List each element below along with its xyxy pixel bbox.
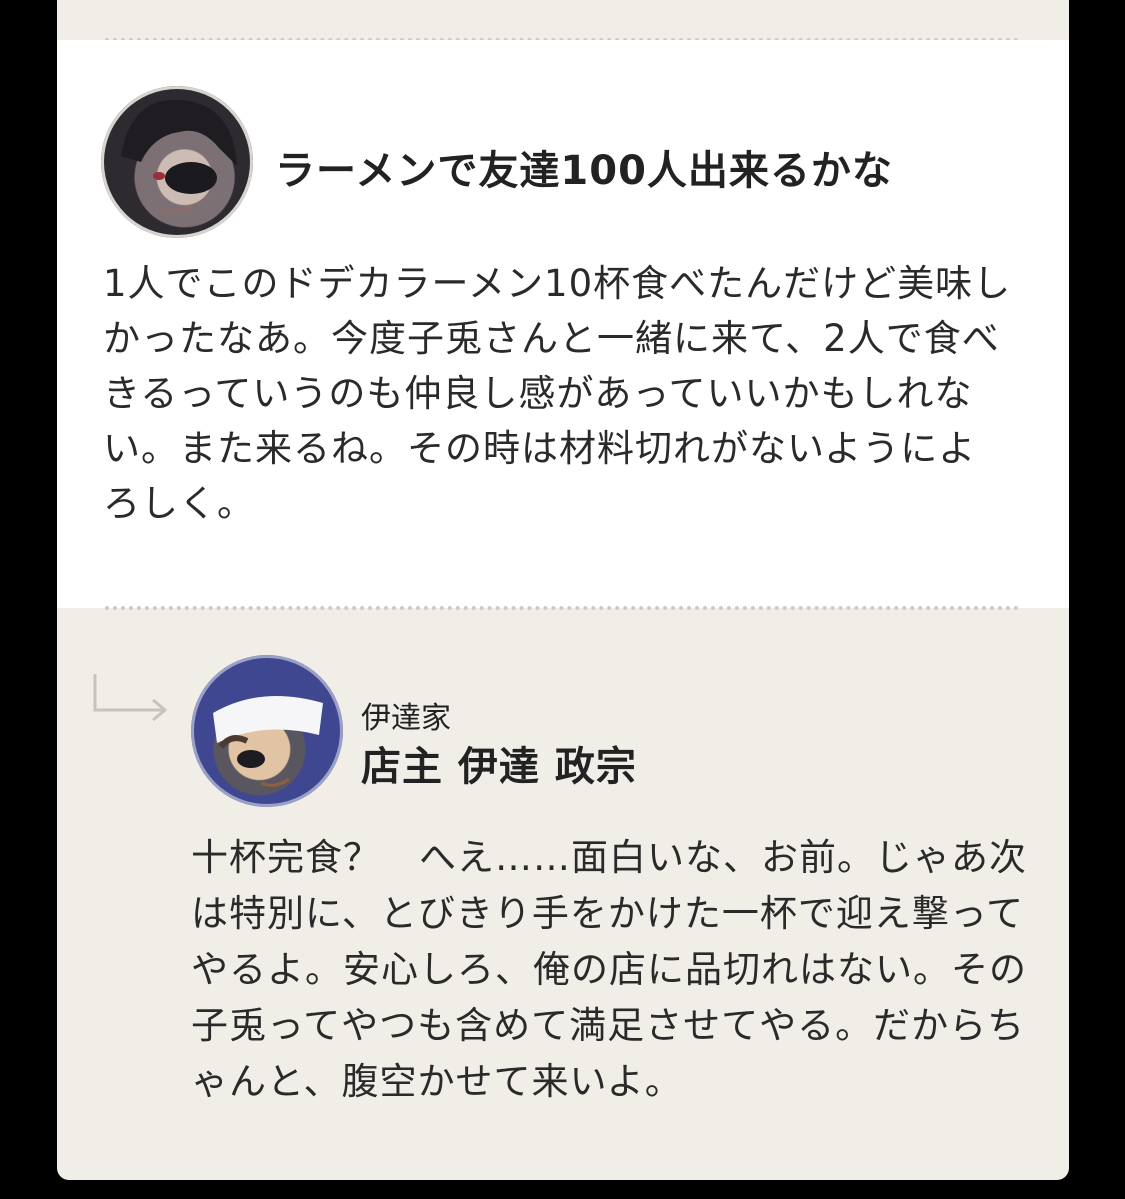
review-card: ラーメンで友達100人出来るかな 1人でこのドデカラーメン10杯食べたんだけど美… <box>57 0 1069 1180</box>
reply-house: 伊達家 <box>361 701 451 736</box>
reply-arrow-icon <box>93 674 169 726</box>
shop-owner-avatar-icon[interactable] <box>191 655 343 807</box>
reply-owner-name: 店主 伊達 政宗 <box>361 744 637 790</box>
user-avatar-icon[interactable] <box>101 86 253 238</box>
reply-body: 十杯完食？ へえ……面白いな、お前。じゃあ次は特別に、とびきり手をかけた一杯で迎… <box>191 836 1027 1103</box>
top-strip <box>57 0 1069 40</box>
divider-middle <box>105 606 1019 610</box>
review-title: ラーメンで友達100人出来るかな <box>275 148 893 194</box>
review-body: 1人でこのドデカラーメン10杯食べたんだけど美味しかったなあ。今度子兎さんと一緒… <box>103 262 1012 525</box>
customer-review: ラーメンで友達100人出来るかな 1人でこのドデカラーメン10杯食べたんだけど美… <box>57 40 1069 608</box>
